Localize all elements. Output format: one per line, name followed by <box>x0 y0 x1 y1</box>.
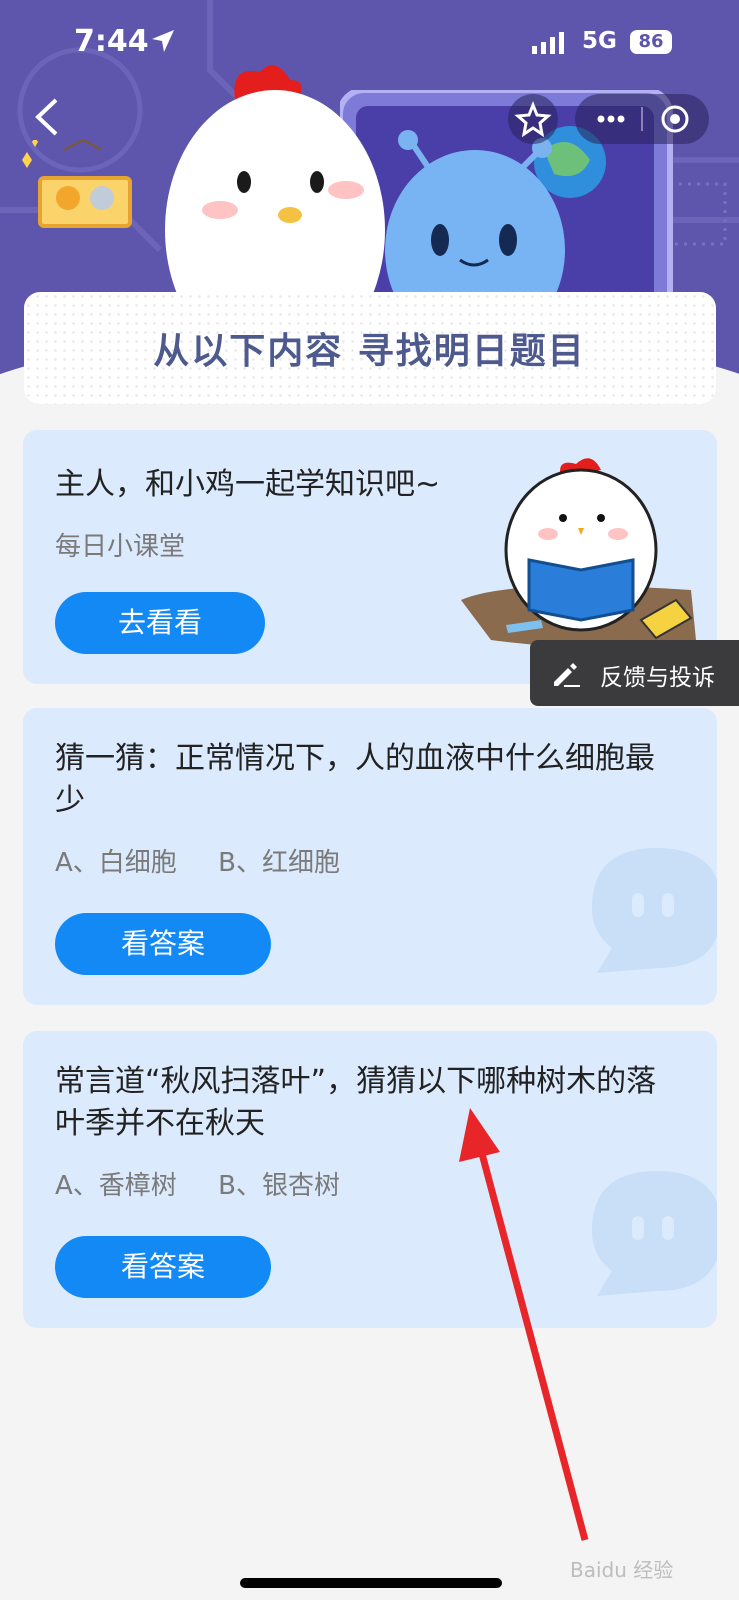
feedback-button[interactable]: 反馈与投诉 <box>530 640 739 706</box>
medal-frame-icon <box>22 140 132 228</box>
chat-bubble-decoration-icon <box>592 848 717 973</box>
card-question: 常言道“秋风扫落叶”，猜猜以下哪种树木的落叶季并不在秋天 <box>55 1064 657 1141</box>
location-arrow-icon <box>152 30 174 52</box>
edit-pencil-icon <box>554 663 580 687</box>
more-options-icon[interactable] <box>581 94 641 144</box>
mini-program-capsule <box>575 94 709 144</box>
close-target-icon[interactable] <box>647 94 707 144</box>
card-question: 猜一猜：正常情况下，人的血液中什么细胞最少 <box>55 741 655 818</box>
capsule-divider <box>641 107 643 131</box>
quiz-card-falling-leaves: 常言道“秋风扫落叶”，猜猜以下哪种树木的落叶季并不在秋天 A、香樟树 B、银杏树… <box>23 1031 717 1328</box>
star-icon <box>514 100 552 138</box>
watermark-text: Baidu 经验 <box>570 1558 674 1582</box>
card-subtitle: 每日小课堂 <box>55 532 186 562</box>
cellular-signal-icon <box>532 32 564 54</box>
back-chevron-icon[interactable] <box>30 96 64 138</box>
feedback-label: 反馈与投诉 <box>600 665 715 691</box>
reading-chicken-illustration <box>461 458 696 648</box>
card-options: A、白细胞 B、红细胞 <box>55 848 340 878</box>
quiz-card-blood-cells: 猜一猜：正常情况下，人的血液中什么细胞最少 A、白细胞 B、红细胞 看答案 <box>23 708 717 1005</box>
status-time: 7:44 <box>74 24 149 59</box>
favorite-button[interactable] <box>508 94 558 144</box>
card-options: A、香樟树 B、银杏树 <box>55 1171 340 1201</box>
chat-bubble-decoration-icon <box>592 1171 717 1296</box>
view-answer-button[interactable]: 看答案 <box>55 1236 271 1298</box>
view-answer-button[interactable]: 看答案 <box>55 913 271 975</box>
battery-indicator: 86 <box>630 30 672 54</box>
go-see-button[interactable]: 去看看 <box>55 592 265 654</box>
page-title: 从以下内容 寻找明日题目 <box>153 331 586 372</box>
network-type: 5G <box>582 28 617 54</box>
home-indicator[interactable] <box>240 1578 502 1588</box>
